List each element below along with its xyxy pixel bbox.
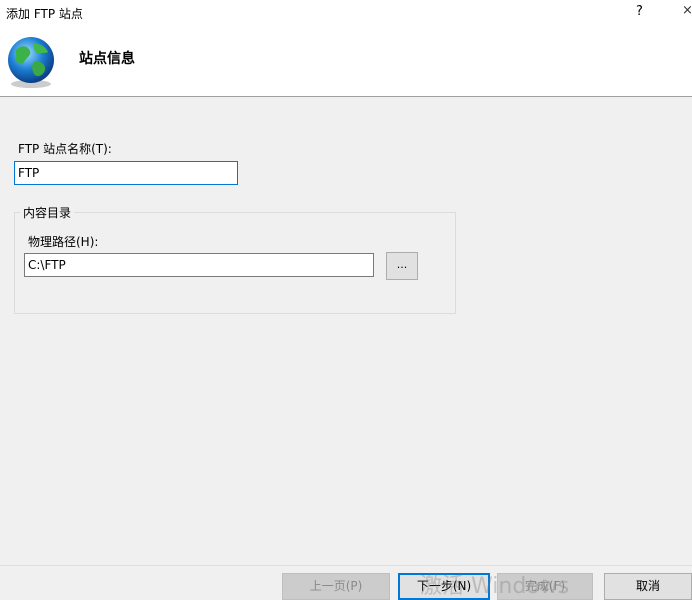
finish-button[interactable]: 完成(F): [497, 573, 593, 600]
help-button[interactable]: ?: [636, 4, 643, 19]
page-title: 站点信息: [79, 51, 135, 67]
cancel-button[interactable]: 取消: [604, 573, 692, 600]
title-bar: 添加 FTP 站点 ? ×: [0, 0, 692, 26]
browse-button[interactable]: ...: [386, 252, 418, 280]
content-directory-label: 内容目录: [20, 204, 75, 221]
close-button[interactable]: ×: [682, 3, 692, 18]
footer-divider: [0, 565, 692, 566]
physical-path-label: 物理路径(H):: [28, 235, 99, 249]
window-title: 添加 FTP 站点: [6, 7, 83, 21]
wizard-header: 站点信息: [0, 26, 692, 97]
globe-icon: [8, 37, 54, 88]
previous-button[interactable]: 上一页(P): [282, 573, 390, 600]
site-name-label: FTP 站点名称(T):: [18, 142, 112, 156]
next-button[interactable]: 下一步(N): [398, 573, 490, 600]
physical-path-input[interactable]: C:\FTP: [24, 253, 374, 277]
site-name-input[interactable]: FTP: [14, 161, 238, 185]
